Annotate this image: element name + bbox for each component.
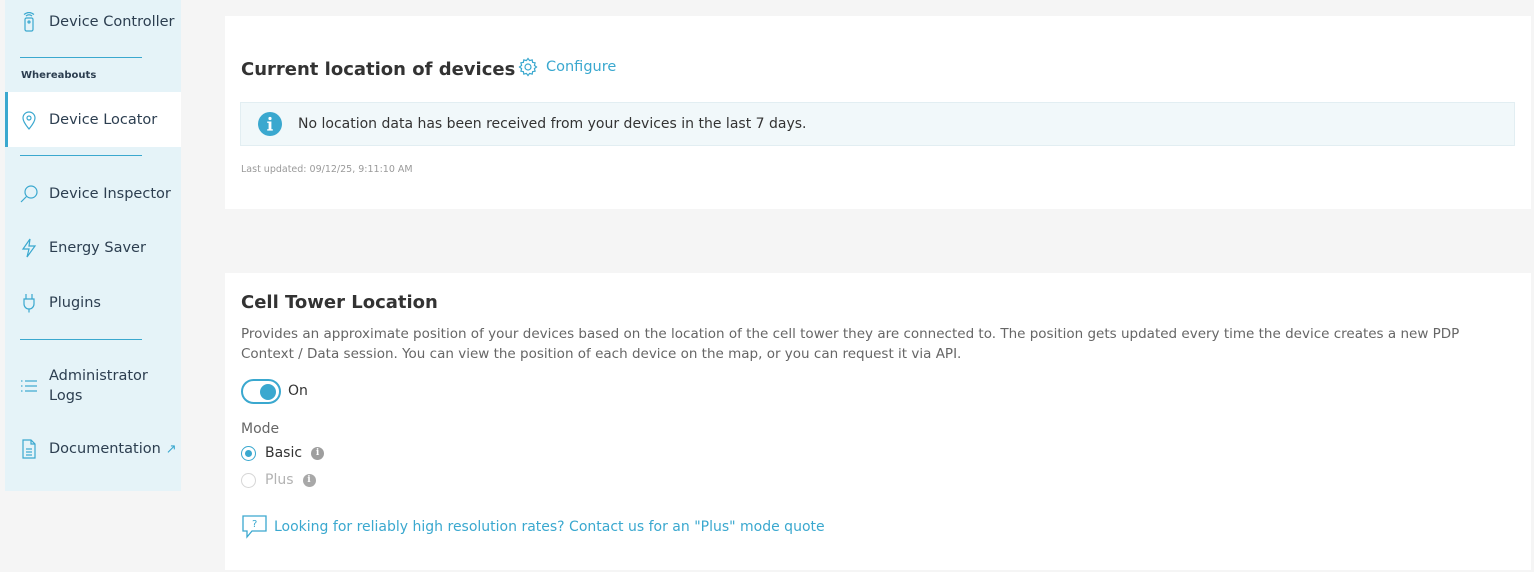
sidebar-item-label: Administrator Logs [49, 368, 148, 404]
current-location-title: Current location of devices [241, 59, 516, 80]
cell-tower-card: Cell Tower Location Provides an approxim… [225, 273, 1531, 570]
info-icon [258, 112, 282, 136]
external-link-icon: ↗ [165, 441, 177, 457]
document-icon [19, 439, 39, 459]
configure-label: Configure [546, 59, 617, 75]
nav-divider [20, 155, 142, 156]
sidebar-item-label: Plugins [49, 295, 101, 311]
list-icon [19, 376, 39, 396]
cell-tower-description: Provides an approximate position of your… [241, 326, 1460, 362]
gear-icon [518, 57, 538, 77]
cell-tower-title: Cell Tower Location [241, 292, 438, 313]
nav-divider [20, 339, 142, 340]
sidebar-item-administrator-logs[interactable]: Administrator Logs [5, 365, 181, 407]
contact-link-label: Looking for reliably high resolution rat… [274, 518, 825, 535]
info-icon[interactable]: i [311, 446, 325, 460]
sidebar-item-plugins[interactable]: Plugins [5, 286, 181, 320]
question-bubble-icon: ? [242, 515, 267, 539]
contact-plus-link[interactable]: ? Looking for reliably high resolution r… [241, 514, 825, 539]
device-remote-icon [19, 12, 39, 32]
sidebar: Device Controller Whereabouts Device Loc… [5, 0, 181, 491]
map-pin-icon [19, 110, 39, 130]
mode-option-basic[interactable]: Basic i [241, 445, 325, 461]
sidebar-item-documentation[interactable]: Documentation ↗ [5, 432, 181, 466]
sidebar-item-device-controller[interactable]: Device Controller [5, 5, 181, 39]
radio-dot [245, 449, 252, 457]
nav-divider [20, 57, 142, 58]
sidebar-item-device-locator[interactable]: Device Locator [5, 92, 181, 147]
nav-section-whereabouts: Whereabouts [21, 70, 97, 81]
sidebar-item-label: Device Controller [49, 14, 175, 30]
info-message: No location data has been received from … [298, 116, 807, 132]
radio-label-plus: Plus [265, 472, 294, 488]
radio-basic[interactable] [241, 445, 256, 461]
lightning-icon [19, 238, 39, 258]
sidebar-item-label: Device Locator [49, 111, 158, 128]
toggle-knob [260, 383, 276, 400]
configure-button[interactable]: Configure [518, 57, 616, 77]
radio-label-basic: Basic [265, 445, 303, 461]
svg-text:?: ? [252, 519, 257, 530]
info-icon[interactable]: i [302, 473, 316, 487]
info-banner: No location data has been received from … [240, 102, 1515, 146]
radio-plus[interactable] [241, 472, 256, 488]
sidebar-item-label: Energy Saver [49, 240, 146, 256]
sidebar-item-energy-saver[interactable]: Energy Saver [5, 231, 181, 265]
mode-label: Mode [241, 421, 280, 437]
sidebar-item-label: Documentation [49, 441, 161, 457]
sidebar-item-device-inspector[interactable]: Device Inspector [5, 177, 181, 211]
magnifier-icon [19, 184, 39, 204]
plug-icon [19, 293, 39, 313]
toggle-label: On [288, 383, 308, 399]
mode-option-plus[interactable]: Plus i [241, 472, 316, 488]
current-location-card: Current location of devices Configure No… [225, 16, 1531, 209]
sidebar-item-label: Device Inspector [49, 186, 171, 202]
cell-tower-toggle[interactable] [241, 379, 281, 404]
last-updated-timestamp: Last updated: 09/12/25, 9:11:10 AM [241, 164, 413, 175]
